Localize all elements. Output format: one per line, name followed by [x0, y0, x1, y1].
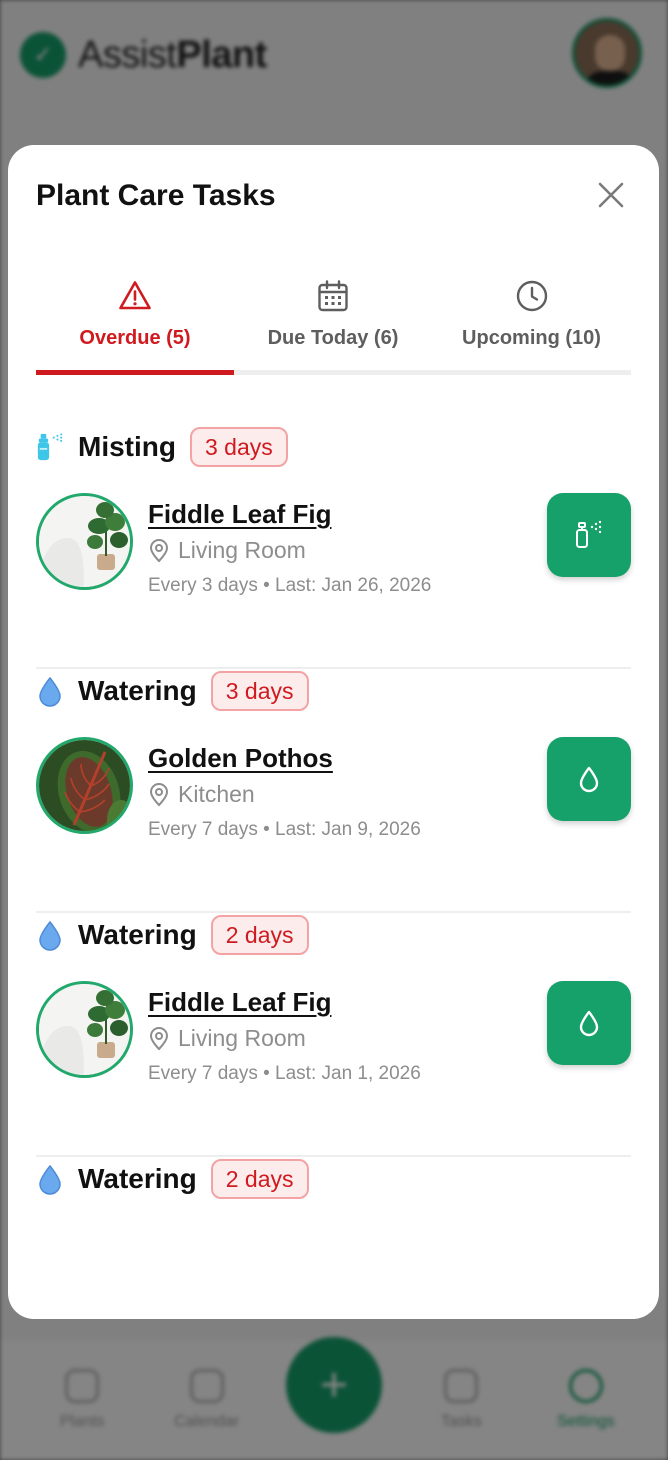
location-text: Living Room — [178, 537, 306, 563]
plant-name-link[interactable]: Fiddle Leaf Fig — [148, 987, 331, 1018]
calendar-icon — [318, 280, 348, 312]
task-item: Watering 2 days — [36, 913, 631, 1157]
modal-title: Plant Care Tasks — [36, 179, 276, 212]
task-type-label: Watering — [78, 919, 197, 950]
plant-row: Fiddle Leaf Fig Living Room Every 3 days… — [36, 493, 631, 596]
complete-watering-button[interactable] — [547, 981, 631, 1065]
tab-label: Overdue (5) — [79, 327, 191, 349]
complete-watering-button[interactable] — [547, 737, 631, 821]
task-item: Misting 3 days Fiddle Leaf Fig Living Ro… — [36, 425, 631, 669]
plant-location: Living Room — [148, 1025, 306, 1052]
complete-misting-button[interactable] — [547, 493, 631, 577]
task-type-label: Watering — [78, 675, 197, 706]
plant-location: Living Room — [148, 537, 306, 564]
task-header: Misting 3 days — [36, 425, 288, 469]
plant-photo[interactable] — [36, 737, 133, 834]
task-tabs: Overdue (5) Due Today (6) Upcoming (10) — [36, 279, 631, 375]
plant-photo[interactable] — [36, 493, 133, 590]
overdue-badge: 3 days — [210, 671, 309, 711]
task-header: Watering 2 days — [36, 913, 309, 957]
task-item: Watering 3 days Golden Pothos Kitchen Ev… — [36, 669, 631, 913]
tab-label: Upcoming (10) — [462, 327, 601, 349]
plant-name-link[interactable]: Fiddle Leaf Fig — [148, 499, 331, 530]
plant-name-link[interactable]: Golden Pothos — [148, 743, 333, 774]
location-pin-icon — [149, 538, 169, 562]
overdue-badge: 2 days — [210, 1159, 309, 1199]
task-type-label: Watering — [78, 1163, 197, 1194]
plant-row: Fiddle Leaf Fig Living Room Every 7 days… — [36, 981, 631, 1084]
location-pin-icon — [149, 1026, 169, 1050]
warning-icon — [119, 281, 151, 310]
spray-bottle-icon — [36, 431, 64, 463]
close-icon — [598, 182, 624, 208]
care-schedule: Every 3 days • Last: Jan 26, 2026 — [148, 575, 432, 596]
water-drop-icon — [36, 919, 64, 951]
task-list: Misting 3 days Fiddle Leaf Fig Living Ro… — [36, 425, 631, 1319]
location-text: Kitchen — [178, 781, 255, 807]
tab-due-today[interactable]: Due Today (6) — [234, 279, 432, 370]
location-pin-icon — [149, 782, 169, 806]
overdue-badge: 2 days — [210, 915, 309, 955]
plant-row: Golden Pothos Kitchen Every 7 days • Las… — [36, 737, 631, 840]
task-header: Watering 3 days — [36, 669, 309, 713]
plant-care-tasks-modal: Plant Care Tasks Overdue (5) Due Today (… — [8, 145, 659, 1319]
plant-location: Kitchen — [148, 781, 255, 808]
care-schedule: Every 7 days • Last: Jan 9, 2026 — [148, 819, 421, 840]
water-drop-icon — [36, 1163, 64, 1195]
task-type-label: Misting — [78, 431, 176, 462]
care-schedule: Every 7 days • Last: Jan 1, 2026 — [148, 1063, 421, 1084]
task-item: Watering 2 days — [36, 1157, 631, 1319]
overdue-badge: 3 days — [190, 427, 288, 467]
plant-photo[interactable] — [36, 981, 133, 1078]
close-button[interactable] — [595, 179, 627, 211]
tab-upcoming[interactable]: Upcoming (10) — [432, 279, 631, 370]
water-drop-icon — [579, 766, 599, 793]
location-text: Living Room — [178, 1025, 306, 1051]
water-drop-icon — [36, 675, 64, 707]
tab-overdue[interactable]: Overdue (5) — [36, 279, 234, 375]
clock-icon — [516, 280, 547, 312]
water-drop-icon — [579, 1010, 599, 1037]
spray-bottle-icon — [576, 520, 602, 548]
tab-label: Due Today (6) — [267, 327, 399, 349]
task-header: Watering 2 days — [36, 1157, 309, 1201]
